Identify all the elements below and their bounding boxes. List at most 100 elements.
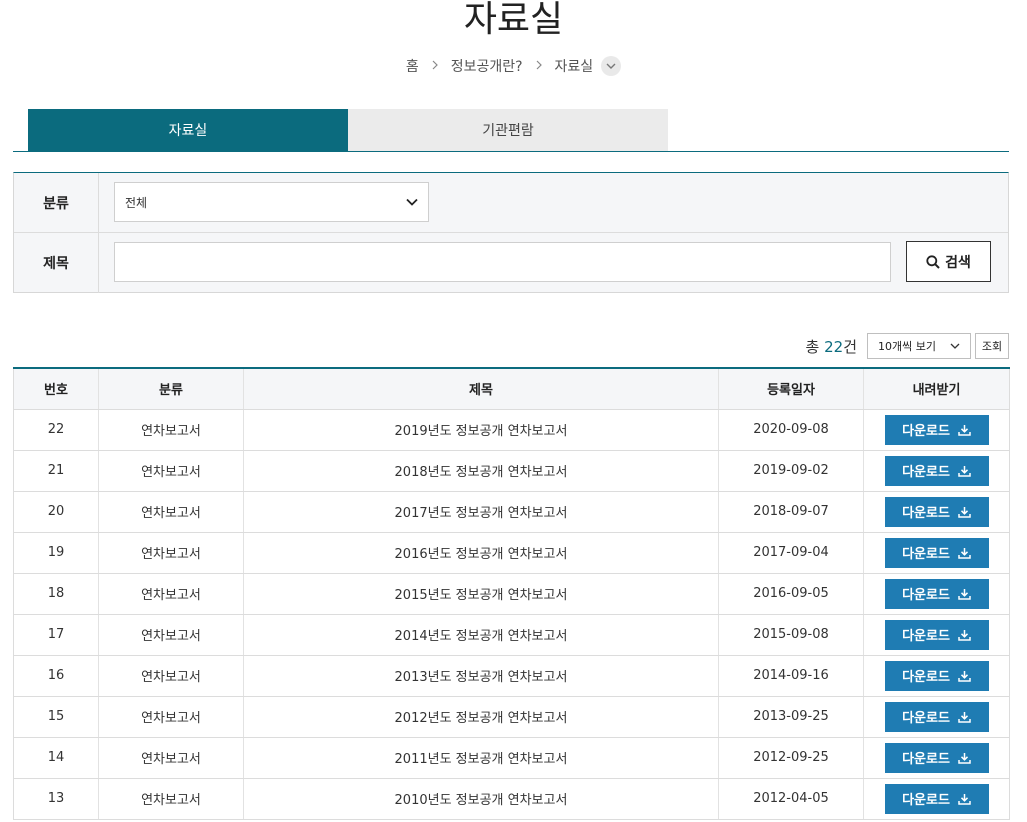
row-date: 2020-09-08: [718, 409, 864, 451]
per-page-value: 10개씩 보기: [878, 340, 936, 353]
download-button-label: 다운로드: [902, 629, 950, 644]
row-download-cell: 다운로드: [863, 778, 1010, 820]
download-icon: [958, 629, 971, 641]
category-select[interactable]: 전체: [114, 182, 429, 222]
header-date: 등록일자: [718, 367, 864, 410]
row-title[interactable]: 2019년도 정보공개 연차보고서: [243, 409, 719, 451]
table-row: 22 연차보고서 2019년도 정보공개 연차보고서 2020-09-08 다운로드: [13, 409, 1010, 451]
row-download-cell: 다운로드: [863, 696, 1010, 738]
row-download-cell: 다운로드: [863, 491, 1010, 533]
per-page-select[interactable]: 10개씩 보기: [867, 333, 971, 359]
row-category: 연차보고서: [98, 614, 244, 656]
row-title[interactable]: 2018년도 정보공개 연차보고서: [243, 450, 719, 492]
chevron-down-icon: [950, 343, 960, 349]
chevron-down-icon: [606, 63, 616, 69]
row-number: 18: [13, 573, 99, 615]
breadcrumb-menu-toggle[interactable]: [601, 56, 622, 76]
table-row: 18 연차보고서 2015년도 정보공개 연차보고서 2016-09-05 다운로드: [13, 573, 1010, 615]
download-button-label: 다운로드: [902, 793, 950, 808]
download-button[interactable]: 다운로드: [884, 701, 989, 732]
download-icon: [958, 752, 971, 764]
row-date: 2013-09-25: [718, 696, 864, 738]
row-title[interactable]: 2014년도 정보공개 연차보고서: [243, 614, 719, 656]
download-icon: [958, 711, 971, 723]
search-form: 분류 전체 제목 검색: [13, 172, 1009, 293]
row-date: 2016-09-05: [718, 573, 864, 615]
download-button-label: 다운로드: [902, 547, 950, 562]
row-date: 2018-09-07: [718, 491, 864, 533]
download-button[interactable]: 다운로드: [884, 742, 989, 773]
row-category: 연차보고서: [98, 778, 244, 820]
tab-resources[interactable]: 자료실: [28, 109, 348, 151]
row-download-cell: 다운로드: [863, 573, 1010, 615]
download-button[interactable]: 다운로드: [884, 496, 989, 527]
row-number: 15: [13, 696, 99, 738]
row-title[interactable]: 2010년도 정보공개 연차보고서: [243, 778, 719, 820]
download-button-label: 다운로드: [902, 670, 950, 685]
row-category: 연차보고서: [98, 491, 244, 533]
download-button[interactable]: 다운로드: [884, 783, 989, 814]
download-icon: [958, 506, 971, 518]
row-category: 연차보고서: [98, 655, 244, 697]
search-button-label: 검색: [945, 254, 971, 271]
row-date: 2019-09-02: [718, 450, 864, 492]
category-select-value: 전체: [125, 195, 148, 210]
row-date: 2012-09-25: [718, 737, 864, 779]
row-number: 14: [13, 737, 99, 779]
tab-underline: [13, 151, 1009, 152]
row-download-cell: 다운로드: [863, 450, 1010, 492]
download-button[interactable]: 다운로드: [884, 537, 989, 568]
header-category: 분류: [98, 367, 244, 410]
view-button[interactable]: 조회: [975, 333, 1009, 359]
row-number: 20: [13, 491, 99, 533]
row-download-cell: 다운로드: [863, 614, 1010, 656]
row-title[interactable]: 2012년도 정보공개 연차보고서: [243, 696, 719, 738]
breadcrumb: 홈 정보공개란? 자료실: [0, 54, 1027, 78]
table-row: 20 연차보고서 2017년도 정보공개 연차보고서 2018-09-07 다운로드: [13, 491, 1010, 533]
row-title[interactable]: 2013년도 정보공개 연차보고서: [243, 655, 719, 697]
breadcrumb-parent[interactable]: 정보공개란?: [451, 56, 523, 76]
download-button[interactable]: 다운로드: [884, 578, 989, 609]
download-button-label: 다운로드: [902, 752, 950, 767]
search-row-title: 제목 검색: [14, 233, 1008, 293]
table-row: 21 연차보고서 2018년도 정보공개 연차보고서 2019-09-02 다운로드: [13, 450, 1010, 492]
row-category: 연차보고서: [98, 573, 244, 615]
row-date: 2015-09-08: [718, 614, 864, 656]
row-title[interactable]: 2015년도 정보공개 연차보고서: [243, 573, 719, 615]
download-button-label: 다운로드: [902, 506, 950, 521]
download-button[interactable]: 다운로드: [884, 660, 989, 691]
search-icon: [926, 254, 940, 269]
row-category: 연차보고서: [98, 409, 244, 451]
total-prefix: 총: [805, 337, 820, 356]
download-button[interactable]: 다운로드: [884, 455, 989, 486]
row-title[interactable]: 2017년도 정보공개 연차보고서: [243, 491, 719, 533]
row-title[interactable]: 2011년도 정보공개 연차보고서: [243, 737, 719, 779]
table-row: 19 연차보고서 2016년도 정보공개 연차보고서 2017-09-04 다운로드: [13, 532, 1010, 574]
chevron-right-icon: [535, 59, 543, 73]
title-search-input[interactable]: [114, 242, 891, 282]
list-controls: 총 22건 10개씩 보기 조회: [805, 333, 1009, 359]
row-title[interactable]: 2016년도 정보공개 연차보고서: [243, 532, 719, 574]
download-button-label: 다운로드: [902, 465, 950, 480]
row-download-cell: 다운로드: [863, 409, 1010, 451]
breadcrumb-home[interactable]: 홈: [406, 56, 419, 76]
row-date: 2012-04-05: [718, 778, 864, 820]
header-number: 번호: [13, 367, 99, 410]
table-row: 14 연차보고서 2011년도 정보공개 연차보고서 2012-09-25 다운로드: [13, 737, 1010, 779]
download-button[interactable]: 다운로드: [884, 619, 989, 650]
table-row: 16 연차보고서 2013년도 정보공개 연차보고서 2014-09-16 다운로드: [13, 655, 1010, 697]
total-number: 22: [824, 337, 844, 356]
download-icon: [958, 547, 971, 559]
search-button[interactable]: 검색: [906, 241, 991, 282]
download-button[interactable]: 다운로드: [884, 414, 989, 445]
row-download-cell: 다운로드: [863, 737, 1010, 779]
table-row: 15 연차보고서 2012년도 정보공개 연차보고서 2013-09-25 다운로드: [13, 696, 1010, 738]
search-row-category: 분류 전체: [14, 173, 1008, 233]
tab-institution-handbook[interactable]: 기관편람: [348, 109, 668, 151]
download-icon: [958, 670, 971, 682]
table-row: 17 연차보고서 2014년도 정보공개 연차보고서 2015-09-08 다운로드: [13, 614, 1010, 656]
row-category: 연차보고서: [98, 532, 244, 574]
row-number: 22: [13, 409, 99, 451]
category-label: 분류: [14, 173, 99, 232]
download-button-label: 다운로드: [902, 588, 950, 603]
